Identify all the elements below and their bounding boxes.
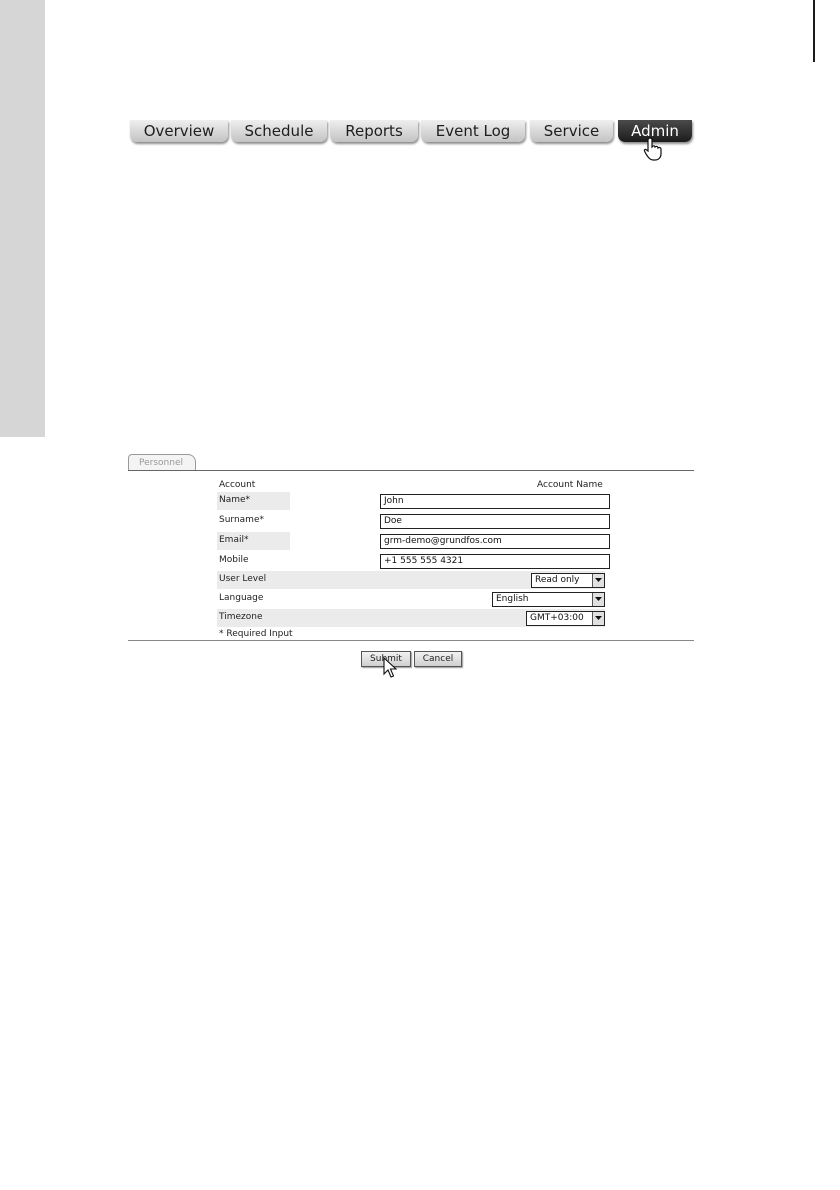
language-label: Language [219,593,264,603]
chevron-down-icon[interactable] [592,574,604,587]
tab-event-log[interactable]: Event Log [421,120,525,142]
timezone-select[interactable]: GMT+03:00 [526,611,605,626]
header-account: Account [219,480,256,490]
surname-label: Surname* [219,515,264,525]
name-field[interactable]: John [380,494,610,509]
form-bottom-divider [128,640,694,641]
form-top-divider [128,470,694,471]
tab-service[interactable]: Service [530,120,613,142]
language-select[interactable]: English [492,592,605,607]
mobile-field[interactable]: +1 555 555 4321 [380,554,610,569]
hand-pointer-icon [643,137,662,161]
user-level-value: Read only [535,575,580,585]
user-level-select[interactable]: Read only [531,573,605,588]
timezone-label: Timezone [219,612,263,622]
chevron-down-icon[interactable] [592,593,604,606]
language-value: English [496,594,529,604]
name-label: Name* [219,495,251,505]
required-input-note: * Required Input [219,629,293,639]
timezone-value: GMT+03:00 [530,613,584,623]
chevron-down-icon[interactable] [592,612,604,625]
email-label: Email* [219,535,249,545]
tab-reports[interactable]: Reports [330,120,418,142]
email-field[interactable]: grm-demo@grundfos.com [380,534,610,549]
main-nav-tabs: Overview Schedule Reports Event Log Serv… [128,120,694,148]
tab-overview[interactable]: Overview [130,120,228,142]
mobile-label: Mobile [219,555,249,565]
tab-personnel[interactable]: Personnel [128,454,196,470]
header-account-name: Account Name [537,480,603,490]
side-strip [0,0,45,437]
cancel-button[interactable]: Cancel [414,651,462,667]
arrow-pointer-icon [383,657,397,678]
surname-field[interactable]: Doe [380,514,610,529]
edge-divider [813,0,815,62]
tab-schedule[interactable]: Schedule [231,120,327,142]
user-level-label: User Level [219,574,267,584]
